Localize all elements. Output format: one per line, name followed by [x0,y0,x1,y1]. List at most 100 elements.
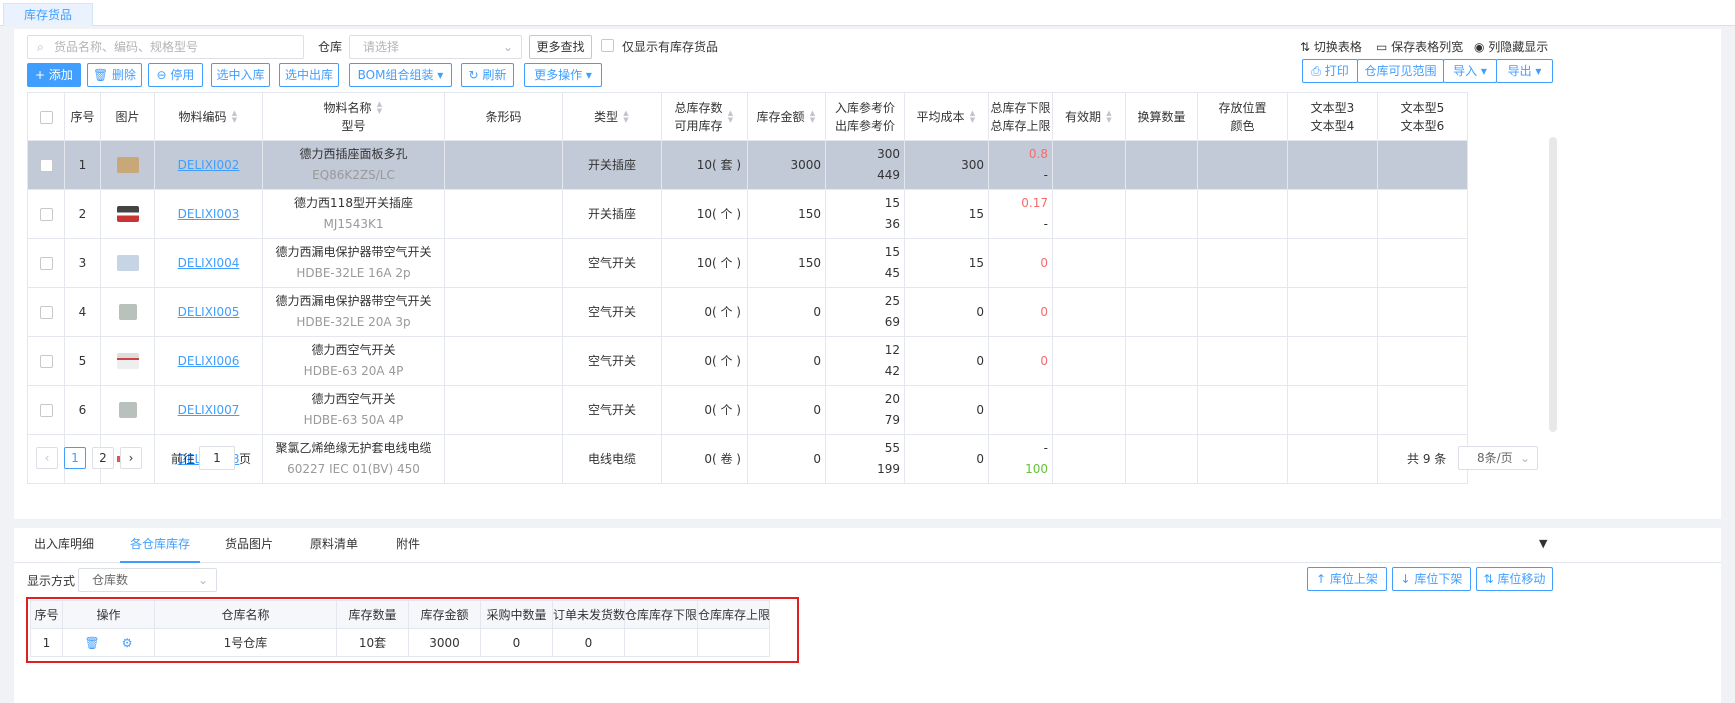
col-avgcost-label: 平均成本 [916,109,965,124]
sort-icon[interactable]: ▲ ▼ [727,109,735,124]
select-all-checkbox[interactable] [39,110,53,124]
col-type[interactable]: 类型 ▲ ▼ [562,92,662,141]
next-page-button[interactable]: › [120,447,142,469]
display-mode-value: 仓库数 [92,573,129,587]
col-code[interactable]: 物料编码 ▲ ▼ [154,92,263,141]
row-limit-cell: 0.8 - [988,140,1053,190]
image-placeholder-icon[interactable] [116,255,139,271]
row-name-cell: 德力西漏电保护器带空气开关 HDBE-32LE 20A 3p [262,287,445,337]
import-button[interactable]: 导入 ▾ [1443,59,1497,83]
delete-button[interactable]: 🗑 删除 [87,63,142,87]
display-mode-select[interactable]: 仓库数 ⌄ [78,568,217,592]
switch-table-button[interactable]: ⇅ 切换表格 [1300,38,1362,56]
print-button[interactable]: ⎙ 打印 [1302,59,1358,83]
row-price-out: 45 [884,266,900,280]
sort-icon[interactable]: ▲ ▼ [1105,110,1113,124]
disable-button[interactable]: ⊖ 停用 [148,63,203,87]
shelf-move-button[interactable]: ⇅ 库位移动 [1476,567,1553,591]
save-width-button[interactable]: ▭ 保存表格列宽 [1376,38,1463,56]
tab-bom[interactable]: 原料清单 [310,528,358,563]
col-text4-label: 文本型4 [1310,118,1355,133]
table-row[interactable]: 4 DELIXI005 德力西漏电保护器带空气开关 HDBE-32LE 20A 3… [27,287,1468,337]
col-stock[interactable]: 总库存数 可用库存 ▲ ▼ [661,92,748,141]
product-thumbnail[interactable] [116,206,139,222]
table-row[interactable]: 2 DELIXI003 德力西118型开关插座 MJ1543K1 开关插座 10(… [27,189,1468,239]
tab-io-detail[interactable]: 出入库明细 [34,528,94,563]
col-amount[interactable]: 库存金额 ▲ ▼ [747,92,826,141]
only-stock-checkbox[interactable] [601,39,614,52]
row-checkbox[interactable] [39,305,53,319]
select-in-button[interactable]: 选中入库 [211,63,270,87]
sort-icon[interactable]: ▲ ▼ [622,110,630,124]
caret-down-icon: ▾ [433,68,444,82]
search-icon: ⌕ [37,40,44,54]
row-location [1197,140,1288,190]
page-2-button[interactable]: 2 [92,447,114,469]
row-checkbox[interactable] [39,158,53,172]
product-thumbnail[interactable] [116,157,139,173]
trash-icon: 🗑 [92,68,113,82]
collapse-icon[interactable]: ▼ [1539,537,1547,550]
chevron-right-icon: › [128,451,134,465]
col-valid[interactable]: 有效期 ▲ ▼ [1052,92,1126,141]
table-row[interactable]: 5 DELIXI006 德力西空气开关 HDBE-63 20A 4P 空气开关 0… [27,336,1468,386]
tab-product-images[interactable]: 货品图片 [225,528,273,563]
row-checkbox[interactable] [39,403,53,417]
swap-icon: ⇅ [1483,572,1498,586]
row-checkbox[interactable] [39,354,53,368]
table-row[interactable]: 3 DELIXI004 德力西漏电保护器带空气开关 HDBE-32LE 16A 2… [27,238,1468,288]
row-code-link[interactable]: DELIXI007 [178,403,240,417]
sort-icon[interactable]: ▲ ▼ [231,110,239,124]
refresh-button[interactable]: ↻ 刷新 [461,63,514,87]
chevron-down-icon: ⌄ [502,40,513,54]
bom-label: BOM组合组装 [357,68,434,82]
sort-icon[interactable]: ▲ ▼ [376,101,384,115]
product-thumbnail[interactable] [118,304,137,320]
row-amount: 0 [747,287,826,337]
row-code-link[interactable]: DELIXI002 [178,158,240,172]
col-barcode: 条形码 [444,92,563,141]
shelf-down-button[interactable]: ↓ 库位下架 [1392,567,1471,591]
prev-page-button[interactable]: ‹ [36,447,58,469]
goto-page-input[interactable]: 1 [199,446,235,470]
more-ops-button[interactable]: 更多操作 ▾ [524,63,602,87]
show-hidden-label: 列隐藏显示 [1488,40,1549,54]
row-code-link[interactable]: DELIXI005 [178,305,240,319]
product-thumbnail[interactable] [118,402,137,418]
table-scrollbar[interactable] [1549,137,1557,432]
row-code-link[interactable]: DELIXI004 [178,256,240,270]
col-text56: 文本型5 文本型6 [1377,92,1468,141]
page-tab-inventory[interactable]: 库存货品 [3,3,94,26]
col-avgcost[interactable]: 平均成本 ▲ ▼ [904,92,989,141]
page-1-button[interactable]: 1 [64,447,86,469]
table-row[interactable]: 6 DELIXI007 德力西空气开关 HDBE-63 50A 4P 空气开关 0… [27,385,1468,435]
add-button[interactable]: + 添加 [27,63,81,87]
tab-warehouse-stock[interactable]: 各仓库库存 [120,528,201,563]
sort-icon[interactable]: ▲ ▼ [969,110,977,124]
col-no: 序号 [64,92,101,141]
row-code-link[interactable]: DELIXI006 [178,354,240,368]
row-code-link[interactable]: DELIXI003 [178,207,240,221]
row-price-out: 449 [877,168,900,182]
shelf-up-button[interactable]: ↑ 库位上架 [1307,567,1387,591]
visible-range-button[interactable]: 仓库可见范围 [1357,59,1444,83]
bom-button[interactable]: BOM组合组装 ▾ [349,63,452,87]
select-out-button[interactable]: 选中出库 [279,63,339,87]
show-hidden-button[interactable]: ◉ 列隐藏显示 [1474,38,1548,56]
search-input[interactable]: ⌕ 货品名称、编码、规格型号 [27,35,304,59]
product-thumbnail[interactable] [116,353,139,369]
more-search-button[interactable]: 更多查找 [529,35,592,59]
warehouse-select[interactable]: 请选择 ⌄ [349,35,522,59]
sort-icon[interactable]: ▲ ▼ [809,110,817,124]
page-size-select[interactable]: 8条/页 ⌄ [1458,446,1538,470]
col-text5-label: 文本型5 [1400,100,1445,115]
row-checkbox[interactable] [39,256,53,270]
col-name[interactable]: 物料名称 ▲ ▼ 型号 [262,92,445,141]
row-name-cell: 德力西空气开关 HDBE-63 50A 4P [262,385,445,435]
inventory-panel: ⌕ 货品名称、编码、规格型号 仓库 请选择 ⌄ 更多查找 仅显示有库存货品 ⇅ … [14,29,1721,519]
tab-attachments[interactable]: 附件 [396,528,420,563]
swap-icon: ⇅ [1300,40,1314,54]
export-button[interactable]: 导出 ▾ [1496,59,1553,83]
row-checkbox[interactable] [39,207,53,221]
table-row[interactable]: 1 DELIXI002 德力西插座面板多孔 EQ86K2ZS/LC 开关插座 10… [27,140,1468,190]
